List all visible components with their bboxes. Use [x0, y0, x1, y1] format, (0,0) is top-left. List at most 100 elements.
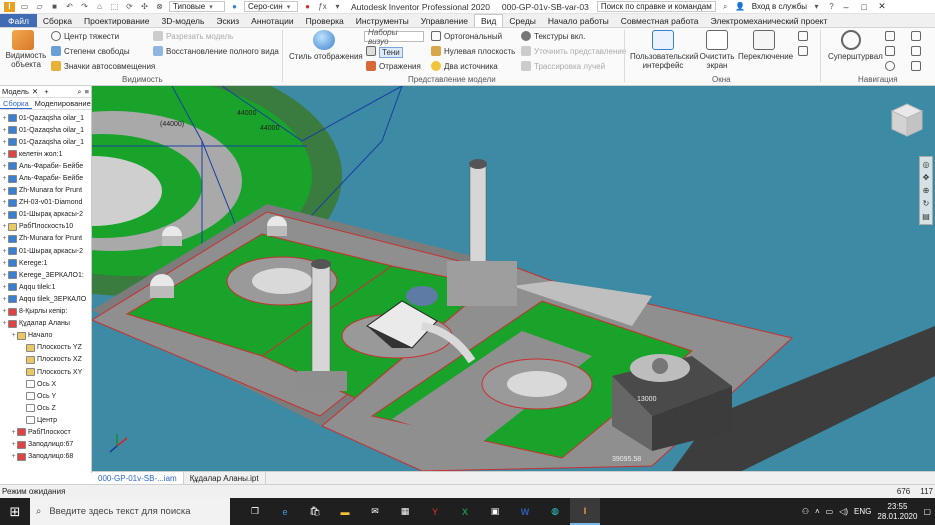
- expand-icon[interactable]: +: [1, 296, 8, 303]
- browser-tree-item[interactable]: + РабПлоскость10: [0, 221, 91, 233]
- browser-tree-item[interactable]: + Kerege_ЗЕРКАЛО1:: [0, 269, 91, 281]
- doc-tab-assembly[interactable]: 000-GP-01v-SB-...iam: [92, 472, 184, 484]
- browser-tree-item[interactable]: +01-Qazaqsha oilar_1: [0, 136, 91, 148]
- tab-annotate[interactable]: Аннотации: [245, 14, 300, 27]
- color-icon[interactable]: ●: [229, 2, 240, 12]
- store-icon[interactable]: 🛍: [300, 498, 330, 525]
- people-icon[interactable]: ⚇: [802, 507, 809, 516]
- object-visibility-button[interactable]: Видимость объекта: [4, 51, 48, 69]
- expand-icon[interactable]: +: [1, 235, 8, 242]
- edge-browser-icon[interactable]: e: [270, 498, 300, 525]
- zoom-all-icon[interactable]: [911, 61, 921, 71]
- tab-get-started[interactable]: Начало работы: [542, 14, 615, 27]
- expand-icon[interactable]: +: [1, 127, 8, 134]
- add-icon[interactable]: +: [44, 87, 48, 96]
- save-icon[interactable]: ■: [49, 2, 60, 12]
- browser-tree-item[interactable]: + Құдалар Аланы: [0, 318, 91, 330]
- help-search-input[interactable]: Поиск по справке и командам: [596, 1, 716, 12]
- customize-icon[interactable]: ▾: [332, 2, 343, 12]
- tab-tools[interactable]: Инструменты: [350, 14, 415, 27]
- center-of-gravity-button[interactable]: Центр тяжести: [64, 32, 119, 41]
- lighting-button[interactable]: Два источника: [444, 62, 498, 71]
- look-at-icon[interactable]: ▤: [922, 212, 930, 221]
- doc-tab-part[interactable]: Құдалар Аланы.ipt: [184, 472, 266, 484]
- browser-tree-item[interactable]: +01-Qazaqsha oilar_1: [0, 112, 91, 124]
- sign-in-link[interactable]: Вход в службы: [752, 2, 807, 11]
- undo-icon[interactable]: ↶: [64, 2, 75, 12]
- tab-assembly[interactable]: Сборка: [37, 14, 78, 27]
- orbit-icon[interactable]: [885, 61, 895, 71]
- browser-tree-item[interactable]: +01-Qazaqsha oilar_1: [0, 124, 91, 136]
- excel-icon[interactable]: X: [450, 498, 480, 525]
- expand-icon[interactable]: +: [1, 320, 8, 327]
- notifications-icon[interactable]: ▢: [923, 507, 931, 516]
- inventor-app-icon[interactable]: I: [570, 498, 600, 525]
- search-icon[interactable]: ⌕: [77, 87, 81, 97]
- orbit-icon[interactable]: ↻: [923, 199, 930, 208]
- chevron-down-icon[interactable]: ▾: [811, 2, 822, 12]
- pan-icon[interactable]: [885, 31, 895, 41]
- graphics-viewport[interactable]: 44000 44000 (44000) 13000 39095.58 ◎ ✥ ⊕…: [92, 86, 935, 471]
- browser-tree-item[interactable]: + ZH-03-v01-Diamond: [0, 197, 91, 209]
- tab-collaborate[interactable]: Совместная работа: [615, 14, 705, 27]
- zoom-icon[interactable]: [885, 46, 895, 56]
- close-icon[interactable]: ✕: [873, 1, 891, 12]
- view-face-icon[interactable]: [911, 46, 921, 56]
- steering-wheel-icon[interactable]: ◎: [923, 160, 930, 169]
- menu-icon[interactable]: ≡: [85, 87, 89, 96]
- taskbar-search-input[interactable]: ⌕ Введите здесь текст для поиска: [30, 498, 230, 525]
- chevron-up-icon[interactable]: ˄: [815, 507, 820, 516]
- browser-tree-item[interactable]: +8-Қырлы кепір:: [0, 306, 91, 318]
- browser-tree-item[interactable]: + Aqqu tilek:1: [0, 281, 91, 293]
- open-icon[interactable]: ▱: [34, 2, 45, 12]
- browser-tree-item[interactable]: + Аль-Фараби- Бейбе: [0, 160, 91, 172]
- app-logo-icon[interactable]: I: [4, 1, 15, 12]
- browser-tree-item[interactable]: Плоскость XZ: [0, 354, 91, 366]
- mail-icon[interactable]: ✉: [360, 498, 390, 525]
- browser-tree-item[interactable]: + Аль-Фараби- Бейбе: [0, 172, 91, 184]
- clear-override-icon[interactable]: ●: [302, 2, 313, 12]
- tab-design[interactable]: Проектирование: [78, 14, 156, 27]
- browser-tree-item[interactable]: + Aqqu tilek_ЗЕРКАЛО: [0, 293, 91, 305]
- calculator-icon[interactable]: ▦: [390, 498, 420, 525]
- browser-tree-item[interactable]: +01-Шырақ аркасы-2: [0, 245, 91, 257]
- expand-icon[interactable]: +: [1, 223, 8, 230]
- switch-window-icon[interactable]: [753, 30, 775, 50]
- browser-tree-item[interactable]: +01-Шырақ аркасы-2: [0, 209, 91, 221]
- redo-icon[interactable]: ↷: [79, 2, 90, 12]
- network-icon[interactable]: ▭: [826, 507, 834, 516]
- minimize-icon[interactable]: –: [837, 2, 855, 12]
- browser-tree-item[interactable]: + келетін жол:1: [0, 148, 91, 160]
- reflections-button[interactable]: Отражения: [379, 62, 421, 71]
- browser-tree-item[interactable]: + Начало: [0, 330, 91, 342]
- word-icon[interactable]: W: [510, 498, 540, 525]
- task-view-icon[interactable]: ❐: [240, 498, 270, 525]
- file-explorer-icon[interactable]: ▬: [330, 498, 360, 525]
- autodesk-app-icon[interactable]: ◍: [540, 498, 570, 525]
- tile-icon[interactable]: [798, 46, 808, 56]
- expand-icon[interactable]: +: [1, 284, 8, 291]
- steering-wheel-button[interactable]: Суперштурвал: [828, 52, 883, 61]
- browser-tree-item[interactable]: + Заподлицо:67: [0, 439, 91, 451]
- restore-full-view-button[interactable]: Восстановление полного вида: [166, 47, 279, 56]
- user-interface-button[interactable]: Пользовательский интерфейс: [630, 52, 698, 70]
- yandex-browser-icon[interactable]: Y: [420, 498, 450, 525]
- expand-icon[interactable]: +: [1, 115, 8, 122]
- clean-screen-button[interactable]: Очистить экран: [698, 52, 736, 70]
- browser-tab-modeling[interactable]: Моделирование: [32, 99, 91, 108]
- expand-icon[interactable]: +: [1, 163, 8, 170]
- expand-icon[interactable]: +: [1, 175, 8, 182]
- display-style-button[interactable]: Стиль отображения: [289, 52, 363, 61]
- expand-icon[interactable]: +: [1, 187, 8, 194]
- autolimit-icons-button[interactable]: Значки автосовмещения: [64, 62, 155, 71]
- tab-electromechanical[interactable]: Электромеханический проект: [705, 14, 834, 27]
- ray-tracing-button[interactable]: Трассировка лучей: [534, 62, 605, 71]
- home-icon[interactable]: ⌂: [94, 2, 105, 12]
- look-at-icon[interactable]: [911, 31, 921, 41]
- media-icon[interactable]: ▣: [480, 498, 510, 525]
- expand-icon[interactable]: +: [10, 453, 17, 460]
- arrange-icon[interactable]: [798, 31, 808, 41]
- browser-tree-item[interactable]: + Kerege:1: [0, 257, 91, 269]
- tab-file[interactable]: Файл: [0, 14, 37, 27]
- expand-icon[interactable]: +: [1, 260, 8, 267]
